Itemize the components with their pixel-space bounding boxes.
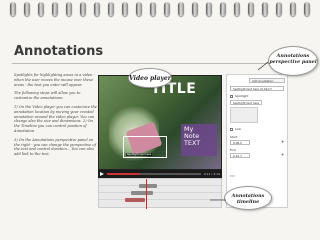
time-display: 0:11 / 3:19 [203, 172, 220, 176]
note-text-line: TEXT [184, 139, 201, 148]
spotlight-type-label: Spotlight [235, 94, 249, 98]
note-paragraph-1: Spotlights for highlighting areas in a v… [14, 73, 95, 87]
link-checkbox[interactable] [230, 128, 233, 131]
timeline-track [99, 199, 223, 200]
binding-ring [178, 2, 184, 16]
binding-ring [248, 2, 254, 16]
plus-icon[interactable]: + [281, 139, 284, 144]
note-annotation[interactable]: My Note TEXT [181, 124, 217, 156]
seek-bar[interactable] [107, 173, 201, 175]
panel-footer-label: Edit [230, 175, 236, 178]
start-time-field[interactable]: 0:06.0 [230, 140, 250, 145]
timeline-track [99, 185, 223, 186]
binding-ring [164, 2, 170, 16]
spotlight-label: Spotlight text here [126, 153, 153, 156]
binding-ring [262, 2, 268, 16]
plus-icon[interactable]: + [281, 152, 284, 157]
binding-ring [24, 2, 30, 16]
binding-ring [122, 2, 128, 16]
title-rule [12, 63, 308, 64]
timeline-clip[interactable] [125, 198, 145, 202]
end-label: End [230, 148, 236, 152]
callout-video-player: Video player [128, 68, 172, 88]
end-time-field[interactable]: 0:10.7 [230, 153, 250, 158]
annotations-timeline[interactable] [98, 178, 223, 209]
add-annotation-button[interactable]: Add annotation [249, 78, 285, 83]
binding-ring [150, 2, 156, 16]
binding-ring [10, 2, 16, 16]
seek-progress [107, 173, 140, 175]
binding-ring [276, 2, 282, 16]
timeline-clip[interactable] [131, 191, 153, 195]
binding-ring [234, 2, 240, 16]
annotation-list-item[interactable]: Spotlight text here (0.02x7) [230, 86, 284, 91]
binding-ring [206, 2, 212, 16]
style-preview [230, 107, 258, 123]
spotlight-checkbox[interactable] [230, 95, 233, 98]
timeline-clip[interactable] [139, 184, 157, 188]
spiral-binding [0, 0, 320, 18]
video-player[interactable]: TITLE Spotlight text here My Note TEXT [98, 75, 222, 170]
binding-ring [94, 2, 100, 16]
page-title: Annotations [14, 44, 104, 59]
callout-annotations-timeline: Annotations timeline [224, 186, 272, 210]
binding-ring [52, 2, 58, 16]
binding-ring [136, 2, 142, 16]
note-paragraph-3: 1) On the Video player you can customize… [14, 104, 97, 133]
timeline-playhead[interactable] [146, 179, 148, 209]
annotation-text-field[interactable]: Spotlight text here [230, 100, 262, 105]
play-icon[interactable] [100, 172, 104, 176]
binding-ring [80, 2, 86, 16]
note-paragraph-2: The following steps will allow you to cu… [14, 91, 81, 101]
spotlight-annotation[interactable]: Spotlight text here [123, 136, 167, 158]
binding-ring [290, 2, 296, 16]
link-label: Link [235, 127, 242, 131]
note-paragraph-4: 3) On the Annotations perspective panel … [14, 137, 96, 157]
binding-ring [108, 2, 114, 16]
binding-ring [192, 2, 198, 16]
binding-ring [220, 2, 226, 16]
binding-ring [304, 2, 310, 16]
start-label: Start [230, 135, 238, 139]
notes-text: Spotlights for highlighting areas in a v… [14, 73, 98, 161]
callout-annotations-panel: Annotations perspective panel [268, 46, 318, 76]
timeline-track [99, 192, 223, 193]
binding-ring [66, 2, 72, 16]
binding-ring [38, 2, 44, 16]
video-controls: 0:11 / 3:19 [98, 170, 222, 178]
